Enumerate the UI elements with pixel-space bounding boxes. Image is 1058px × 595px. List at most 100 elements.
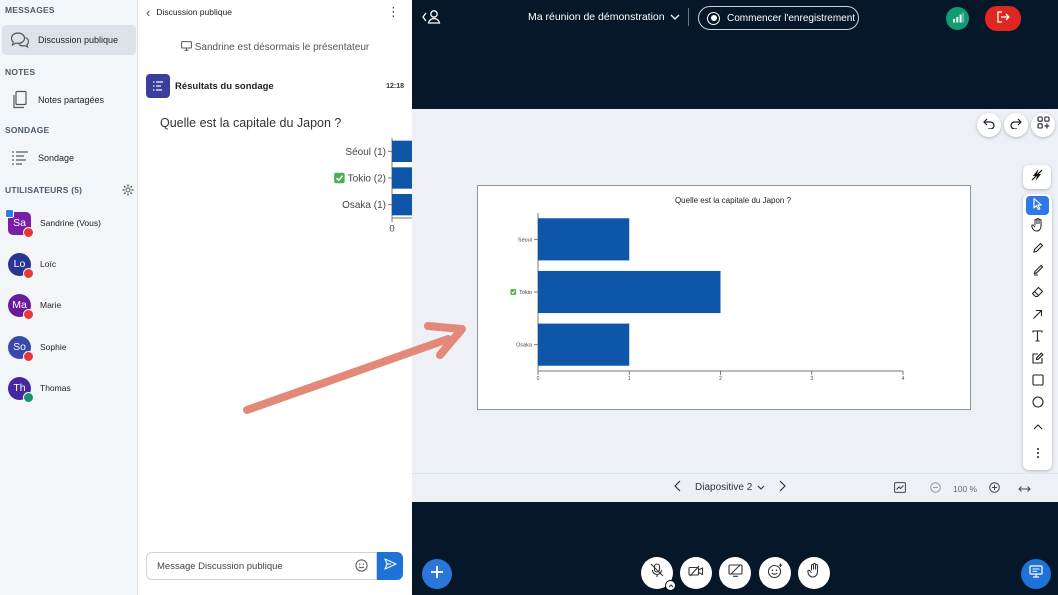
user-name: Sandrine (Vous) [40,218,101,228]
chat-panel: ‹ Discussion publique ⋮ Sandrine est dés… [138,0,526,595]
bar-0 [538,218,630,261]
zoom-out-icon[interactable] [930,480,941,498]
correct-answer-icon [334,172,345,184]
user-list-item[interactable]: Th Thomas [0,371,137,405]
meeting-title-text: Ma réunion de démonstration [528,11,665,23]
main-area: Ma réunion de démonstration Commencer l'… [412,0,1058,595]
meeting-title[interactable]: Ma réunion de démonstration [528,11,680,23]
y-tick-label: Osaka (1) [342,200,386,211]
redo-icon [1010,116,1022,134]
user-list-item[interactable]: So Sophie [0,330,137,364]
arrow-tool[interactable] [1026,306,1049,325]
sidebar-item-shared-notes[interactable]: Notes partagées [2,85,136,115]
muted-mic-icon [650,563,664,583]
raise-hand-button[interactable] [798,557,830,589]
sticky-note-icon [1031,351,1044,369]
avatar: Sa [5,208,34,238]
poll-result-title: Résultats du sondage [175,81,274,92]
reactions-button[interactable] [759,557,791,589]
screen-icon [180,41,192,54]
record-label: Commencer l'enregistrement [727,12,856,24]
avatar-initials: Sa [13,217,26,229]
gear-icon[interactable] [122,183,134,201]
eraser-tool[interactable] [1026,284,1049,303]
presentation-icon [1029,565,1043,583]
send-button[interactable] [377,552,403,580]
next-slide-icon[interactable] [779,480,787,495]
chevron-up-icon[interactable] [665,580,676,591]
start-recording-button[interactable]: Commencer l'enregistrement [698,6,859,30]
avatar: Lo [8,252,34,279]
rectangle-icon [1031,373,1044,391]
message-timestamp: 12:18 [386,83,404,90]
messages-section-title: MESSAGES [5,5,55,15]
avatar-initials: Th [13,382,26,394]
chevron-up-icon [1033,417,1043,435]
y-tick-label: Séoul (1) [345,147,386,158]
highlighter-tool[interactable] [1026,262,1049,281]
user-name: Sophie [40,342,67,352]
action-bar [412,553,1058,593]
draw-tool[interactable] [1026,240,1049,259]
fit-slide-icon[interactable] [894,480,906,498]
user-list-item[interactable]: Lo Loïc [0,247,137,281]
fit-width-icon[interactable] [1018,480,1031,498]
more-shapes-tool[interactable] [1026,416,1049,435]
user-list-item[interactable]: Sa Sandrine (Vous) [0,206,137,240]
select-tool[interactable] [1026,196,1049,215]
zoom-in-icon[interactable] [989,480,1000,498]
send-icon [383,557,397,575]
headphones-icon [23,391,34,403]
sidebar-item-label: Notes partagées [38,95,105,105]
sidebar-item-label: Sondage [38,153,75,163]
share-screen-button[interactable] [719,557,751,589]
leave-meeting-button[interactable] [985,6,1021,31]
poll-list-icon [2,150,38,166]
hand-icon [807,562,821,583]
avatar-initials: Lo [13,258,26,270]
muted-mic-icon [23,267,34,279]
connection-status-button[interactable] [946,7,969,30]
actions-button[interactable] [422,559,452,589]
topbar-divider [688,8,689,26]
minimize-presentation-button[interactable] [1021,559,1051,589]
redo-button[interactable] [1004,113,1028,137]
sidebar-item-public-chat[interactable]: Discussion publique [2,25,136,55]
toggle-userlist-icon[interactable] [422,8,442,31]
hide-toolbar-button[interactable] [1023,165,1051,189]
note-tool[interactable] [1026,350,1049,369]
y-tick-label: Tokio (2) [348,174,386,185]
text-tool[interactable] [1026,328,1049,347]
presenter-icon [5,208,14,218]
more-options-icon[interactable]: ⋮ [387,4,400,20]
chat-title: Discussion publique [156,7,232,17]
rectangle-tool[interactable] [1026,372,1049,391]
previous-slide-icon[interactable] [674,480,681,495]
presentation-area: Quelle est la capitale du Japon ? Séoul To… [412,109,1058,502]
share-webcam-button[interactable] [680,557,712,589]
x-tick-label: 1 [628,376,631,382]
user-list-item[interactable]: Ma Marie [0,288,137,322]
sidebar-item-poll[interactable]: Sondage [2,143,136,173]
more-tools-button[interactable] [1026,445,1049,464]
x-tick-label: 0 [389,224,394,235]
sidebar-item-label: Discussion publique [38,35,119,45]
chat-message-input[interactable] [157,553,347,579]
emoji-icon[interactable] [355,559,368,577]
unmute-button[interactable] [641,557,676,591]
multi-user-whiteboard-button[interactable] [1031,113,1055,137]
emoji-icon [767,563,783,584]
eraser-icon [1031,285,1044,303]
plus-icon [430,565,444,584]
user-name: Loïc [40,259,57,269]
ellipse-tool[interactable] [1026,394,1049,413]
chat-header: ‹ Discussion publique ⋮ [138,0,412,24]
slide-navigation: Diapositive 2 [674,480,787,495]
hand-tool[interactable] [1026,218,1049,237]
pencil-icon [1032,241,1044,259]
undo-button[interactable] [977,113,1001,137]
slide-selector[interactable]: Diapositive 2 [695,482,765,493]
notes-icon [2,90,38,110]
slide-label: Diapositive 2 [695,482,753,493]
chevron-left-icon[interactable]: ‹ [146,5,150,20]
